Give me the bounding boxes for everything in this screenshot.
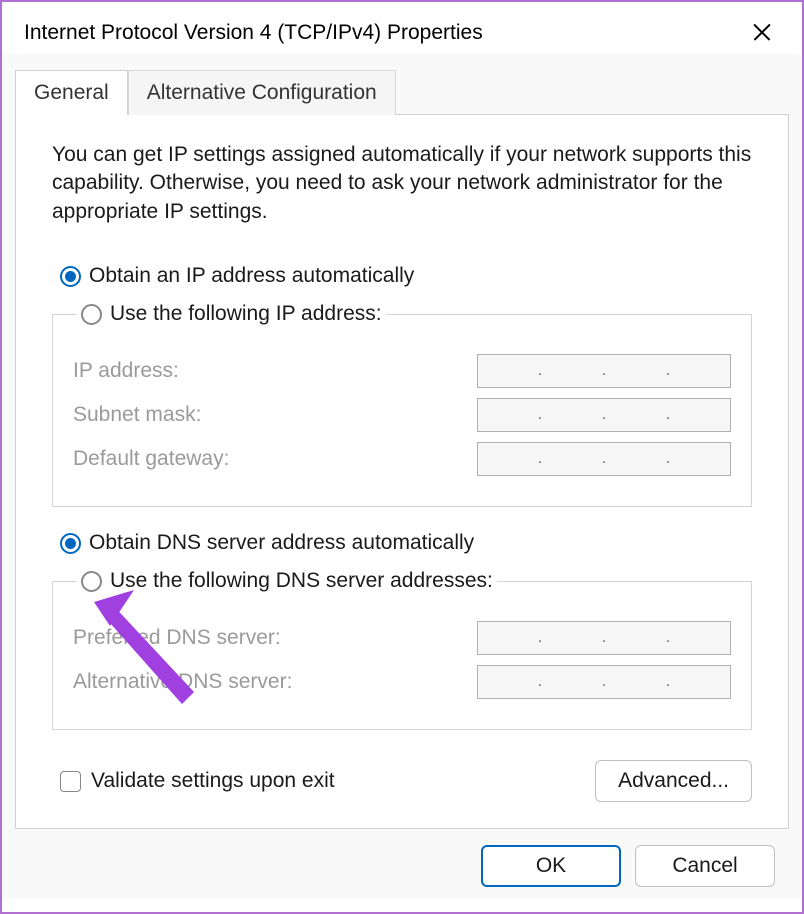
advanced-button[interactable]: Advanced... — [595, 760, 752, 802]
radio-obtain-dns-auto[interactable] — [60, 533, 81, 554]
ok-button[interactable]: OK — [481, 845, 621, 887]
input-preferred-dns[interactable]: ... — [477, 621, 731, 655]
window-title: Internet Protocol Version 4 (TCP/IPv4) P… — [24, 21, 483, 45]
group-dns-manual: Use the following DNS server addresses: … — [52, 569, 752, 730]
tab-strip: General Alternative Configuration — [15, 70, 789, 115]
label-ip-address: IP address: — [73, 359, 477, 383]
tab-panel: You can get IP settings assigned automat… — [15, 114, 789, 829]
radio-use-following-ip-label: Use the following IP address: — [110, 302, 382, 326]
tab-alternative-configuration[interactable]: Alternative Configuration — [128, 70, 396, 115]
intro-text: You can get IP settings assigned automat… — [52, 141, 752, 226]
group-ip-manual: Use the following IP address: IP address… — [52, 302, 752, 507]
label-validate-settings: Validate settings upon exit — [91, 769, 335, 793]
tab-general[interactable]: General — [15, 70, 128, 115]
radio-use-following-dns[interactable] — [81, 571, 102, 592]
label-preferred-dns: Preferred DNS server: — [73, 626, 477, 650]
input-ip-address[interactable]: ... — [477, 354, 731, 388]
label-default-gateway: Default gateway: — [73, 447, 477, 471]
radio-use-following-ip[interactable] — [81, 304, 102, 325]
label-alternative-dns: Alternative DNS server: — [73, 670, 477, 694]
label-subnet-mask: Subnet mask: — [73, 403, 477, 427]
checkbox-validate-settings[interactable] — [60, 771, 81, 792]
cancel-button[interactable]: Cancel — [635, 845, 775, 887]
input-subnet-mask[interactable]: ... — [477, 398, 731, 432]
radio-obtain-ip-auto[interactable] — [60, 266, 81, 287]
input-alternative-dns[interactable]: ... — [477, 665, 731, 699]
radio-obtain-ip-auto-label: Obtain an IP address automatically — [89, 264, 414, 288]
input-default-gateway[interactable]: ... — [477, 442, 731, 476]
close-icon[interactable] — [748, 18, 776, 46]
radio-use-following-dns-label: Use the following DNS server addresses: — [110, 569, 493, 593]
radio-obtain-dns-auto-label: Obtain DNS server address automatically — [89, 531, 474, 555]
